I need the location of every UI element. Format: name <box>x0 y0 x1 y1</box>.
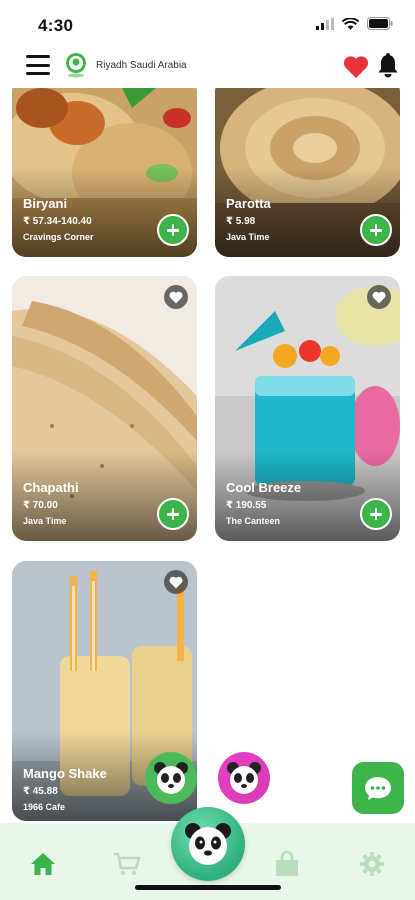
panda-icon <box>154 762 188 794</box>
panda-button-pink[interactable] <box>218 752 270 804</box>
favorite-button[interactable] <box>164 285 188 309</box>
favorite-button[interactable] <box>367 285 391 309</box>
product-price: ₹ 70.00 <box>23 500 58 511</box>
heart-outline-icon <box>169 576 183 589</box>
favorite-button[interactable] <box>164 570 188 594</box>
nav-settings[interactable] <box>357 849 387 879</box>
product-store: Java Time <box>23 516 67 526</box>
status-time: 4:30 <box>38 16 74 35</box>
product-store: Java Time <box>226 232 270 242</box>
product-name: Cool Breeze <box>226 480 302 495</box>
product-name: Biryani <box>23 196 68 211</box>
add-to-cart-button[interactable] <box>157 214 189 246</box>
product-price: ₹ 190.55 <box>226 500 267 511</box>
product-card-biryani[interactable]: Biryani ₹ 57.34-140.40 Cravings Corner <box>12 78 197 257</box>
product-price: ₹ 57.34-140.40 <box>23 216 92 227</box>
heart-icon[interactable] <box>343 55 369 79</box>
signal-icon <box>316 17 334 30</box>
product-card-parotta[interactable]: Parotta ₹ 5.98 Java Time <box>215 78 400 257</box>
chat-icon <box>365 777 391 800</box>
chat-button[interactable] <box>352 762 404 814</box>
panda-icon <box>185 823 231 865</box>
panda-icon <box>227 762 261 794</box>
add-to-cart-button[interactable] <box>157 498 189 530</box>
nav-home[interactable] <box>28 849 58 879</box>
location-pin-icon <box>66 53 86 78</box>
panda-center-button[interactable] <box>171 807 245 881</box>
heart-outline-icon <box>169 291 183 304</box>
product-store: 1966 Cafe <box>23 802 66 812</box>
cart-icon <box>114 852 141 876</box>
product-store: Cravings Corner <box>23 232 94 242</box>
product-price: ₹ 5.98 <box>226 216 256 227</box>
product-name: Mango Shake <box>23 766 107 781</box>
heart-outline-icon <box>372 291 386 304</box>
product-name: Chapathi <box>23 480 79 495</box>
product-store: The Canteen <box>226 516 281 526</box>
panda-button-green[interactable] <box>145 752 197 804</box>
product-name: Parotta <box>226 196 271 211</box>
home-indicator <box>135 885 281 890</box>
settings-icon <box>360 852 384 876</box>
add-to-cart-button[interactable] <box>360 214 392 246</box>
nav-bag[interactable] <box>272 849 302 879</box>
battery-icon <box>367 17 393 30</box>
product-price: ₹ 45.88 <box>23 786 58 797</box>
app-header: Riyadh Saudi Arabia <box>0 46 415 88</box>
location-label[interactable]: Riyadh Saudi Arabia <box>96 60 187 71</box>
product-card-chapathi[interactable]: Chapathi ₹ 70.00 Java Time <box>12 276 197 541</box>
nav-cart[interactable] <box>112 849 142 879</box>
app-screen: 4:30 Riyadh Saudi Arabia Biryani ₹ 57.34… <box>0 0 415 900</box>
status-bar: 4:30 <box>0 0 415 46</box>
wifi-icon <box>342 17 359 30</box>
menu-icon[interactable] <box>26 55 50 75</box>
shopping-bag-icon <box>276 850 298 876</box>
add-to-cart-button[interactable] <box>360 498 392 530</box>
status-icons <box>316 17 393 30</box>
home-icon <box>31 853 55 875</box>
bell-icon[interactable] <box>377 53 399 79</box>
product-card-cool-breeze[interactable]: Cool Breeze ₹ 190.55 The Canteen <box>215 276 400 541</box>
